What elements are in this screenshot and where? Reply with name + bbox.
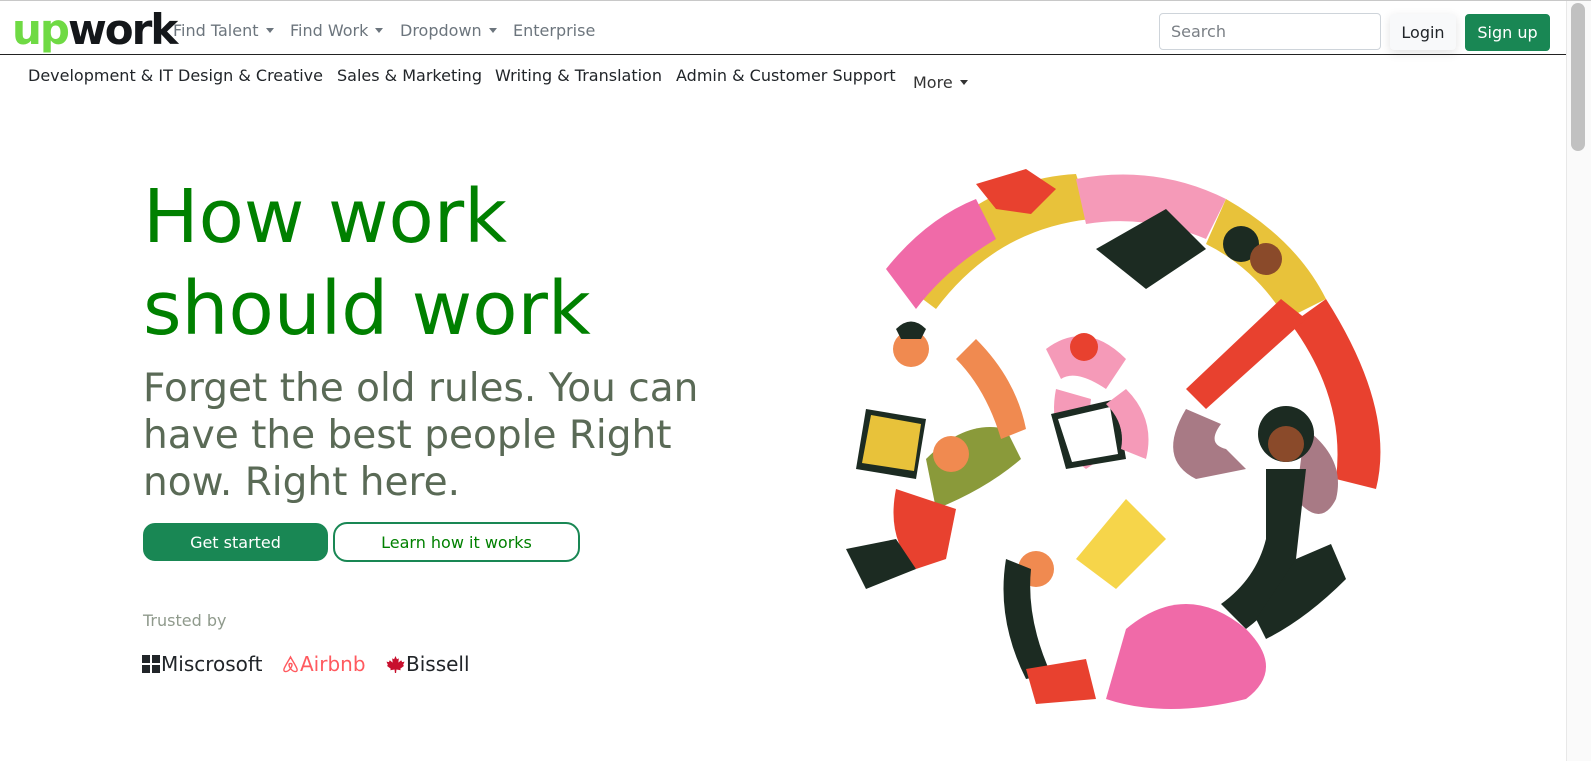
- chevron-down-icon: [375, 28, 384, 33]
- nav-dropdown-label: Dropdown: [400, 21, 482, 40]
- brand-airbnb-name: Airbnb: [300, 652, 366, 676]
- category-sales-marketing[interactable]: Sales & Marketing: [337, 66, 482, 86]
- signup-button[interactable]: Sign up: [1465, 14, 1550, 51]
- upwork-logo[interactable]: upwork: [12, 5, 178, 55]
- nav-find-work-label: Find Work: [290, 21, 369, 40]
- brand-microsoft: Miscrosoft: [142, 652, 262, 676]
- more-label: More: [913, 73, 953, 92]
- hero-sub-line2: have the best people Right: [143, 413, 672, 458]
- brand-bissell-name: Bissell: [406, 652, 470, 676]
- category-admin-support[interactable]: Admin & Customer Support: [676, 66, 896, 86]
- nav-find-work[interactable]: Find Work: [290, 20, 384, 42]
- category-design-creative[interactable]: Design & Creative: [178, 66, 323, 86]
- maple-leaf-icon: [386, 655, 405, 673]
- nav-find-talent-label: Find Talent: [173, 21, 259, 40]
- nav-find-talent[interactable]: Find Talent: [173, 20, 274, 42]
- brand-airbnb: Airbnb: [282, 652, 366, 676]
- airbnb-icon: [283, 655, 298, 673]
- hero-headline: How work should work: [143, 171, 591, 355]
- top-navbar: upwork Find Talent Find Work Dropdown En…: [0, 1, 1566, 55]
- login-button[interactable]: Login: [1390, 14, 1456, 50]
- logo-work-text: work: [67, 5, 178, 54]
- category-writing-translation[interactable]: Writing & Translation: [495, 66, 662, 86]
- scrollbar-thumb[interactable]: [1571, 3, 1585, 151]
- hero-headline-line2: should work: [143, 266, 591, 352]
- hero-headline-line1: How work: [143, 174, 508, 260]
- chevron-down-icon: [488, 28, 497, 33]
- get-started-button[interactable]: Get started: [143, 523, 328, 561]
- search-input[interactable]: [1159, 13, 1381, 50]
- category-more-dropdown[interactable]: More: [913, 73, 968, 93]
- windows-icon: [142, 655, 160, 673]
- brand-microsoft-name: Miscrosoft: [161, 652, 263, 676]
- nav-dropdown[interactable]: Dropdown: [400, 20, 497, 42]
- chevron-down-icon: [265, 28, 274, 33]
- hero-sub-line3: now. Right here.: [143, 460, 461, 505]
- brand-bissell: Bissell: [386, 652, 470, 676]
- nav-enterprise-label: Enterprise: [513, 21, 596, 40]
- logo-up-text: up: [12, 5, 70, 54]
- trusted-by-label: Trusted by: [143, 611, 227, 630]
- nav-enterprise[interactable]: Enterprise: [513, 20, 595, 42]
- category-development-it[interactable]: Development & IT: [28, 66, 173, 86]
- hero-illustration: [846, 169, 1386, 709]
- learn-how-it-works-button[interactable]: Learn how it works: [333, 522, 580, 562]
- hero-sub-line1: Forget the old rules. You can: [143, 366, 699, 411]
- hero-subheadline: Forget the old rules. You can have the b…: [143, 365, 743, 506]
- chevron-down-icon: [959, 80, 968, 85]
